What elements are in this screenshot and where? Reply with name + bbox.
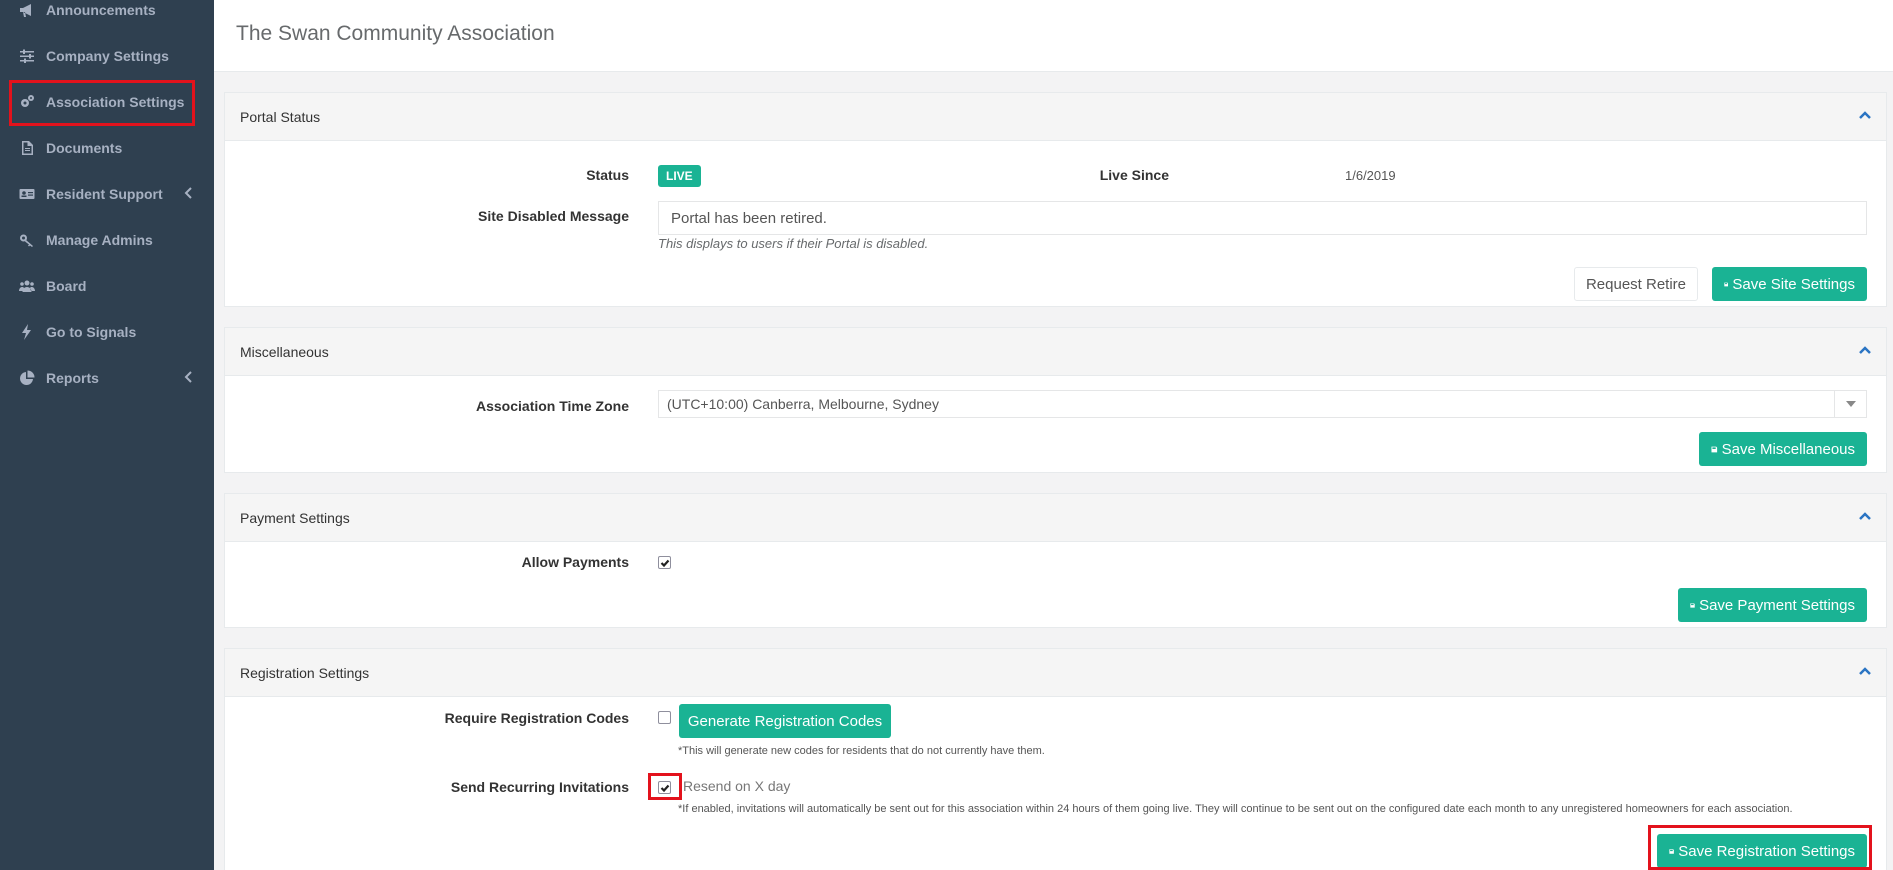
page-header: The Swan Community Association [214,0,1893,72]
sidebar-item-label: Resident Support [46,186,163,202]
save-icon [1690,602,1695,608]
status-badge: LIVE [658,165,701,187]
highlight-save-registration-button [1648,825,1872,870]
sidebar-item-label: Documents [46,140,123,156]
association-time-zone-label: Association Time Zone [476,398,629,414]
main-content: The Swan Community Association Portal St… [214,0,1893,870]
sidebar: Announcements Company Settings Associati… [0,0,214,870]
sidebar-item-label: Announcements [46,2,156,18]
sidebar-item-label: Board [46,278,87,294]
resend-on-x-day-text: Resend on X day [683,778,791,794]
button-label: Save Miscellaneous [1721,440,1855,458]
status-label: Status [586,167,629,183]
sidebar-item-label: Company Settings [46,48,169,64]
sidebar-item-documents[interactable]: Documents [0,128,214,168]
panel-header: Miscellaneous [225,328,1886,376]
sidebar-item-go-to-signals[interactable]: Go to Signals [0,312,214,352]
caret-down-icon[interactable] [1834,391,1866,417]
button-label: Save Payment Settings [1699,596,1855,614]
require-registration-codes-checkbox[interactable] [658,711,671,724]
sidebar-item-label: Reports [46,370,99,386]
document-icon [18,139,36,157]
save-site-settings-button[interactable]: Save Site Settings [1712,267,1867,301]
key-icon [18,231,36,249]
sidebar-item-manage-admins[interactable]: Manage Admins [0,220,214,260]
sliders-icon [18,47,36,65]
generate-registration-codes-button[interactable]: Generate Registration Codes [679,704,891,738]
panel-header: Registration Settings [225,649,1886,697]
panel-title: Portal Status [240,109,321,125]
payment-settings-panel: Payment Settings Allow Payments Save Pay… [224,493,1887,628]
sidebar-item-company-settings[interactable]: Company Settings [0,36,214,76]
request-retire-button[interactable]: Request Retire [1574,267,1698,301]
page-title: The Swan Community Association [236,22,555,45]
chevron-up-icon[interactable] [1858,107,1872,121]
sidebar-item-label: Go to Signals [46,324,137,340]
recurring-invitations-note: *If enabled, invitations will automatica… [678,803,1793,815]
sidebar-item-board[interactable]: Board [0,266,214,306]
panel-header: Portal Status [225,93,1886,141]
chevron-up-icon[interactable] [1858,663,1872,677]
allow-payments-checkbox[interactable] [658,556,671,569]
sidebar-item-announcements[interactable]: Announcements [0,0,214,30]
chevron-left-icon [184,186,194,200]
panel-title: Registration Settings [240,665,370,681]
id-card-icon [18,185,36,203]
button-label: Save Site Settings [1732,275,1855,293]
live-since-label: Live Since [1099,167,1169,183]
chevron-up-icon[interactable] [1858,508,1872,522]
site-disabled-message-input[interactable]: Portal has been retired. [658,201,1867,235]
registration-codes-note: *This will generate new codes for reside… [678,745,1045,757]
sidebar-item-reports[interactable]: Reports [0,358,214,398]
chevron-left-icon [184,370,194,384]
time-zone-selected-value: (UTC+10:00) Canberra, Melbourne, Sydney [667,396,939,412]
save-icon [1711,446,1718,452]
users-icon [18,277,36,295]
time-zone-select[interactable]: (UTC+10:00) Canberra, Melbourne, Sydney [658,390,1867,418]
save-payment-settings-button[interactable]: Save Payment Settings [1678,588,1867,622]
bolt-icon [18,323,36,341]
site-disabled-message-help: This displays to users if their Portal i… [658,236,929,251]
sidebar-item-label: Manage Admins [46,232,153,248]
miscellaneous-panel: Miscellaneous Association Time Zone (UTC… [224,327,1887,473]
site-disabled-message-label: Site Disabled Message [478,208,629,224]
megaphone-icon [18,1,36,19]
save-icon [1724,282,1729,286]
panel-title: Miscellaneous [240,344,329,360]
highlight-recurring-checkbox [648,773,682,800]
sidebar-item-resident-support[interactable]: Resident Support [0,174,214,214]
registration-settings-panel: Registration Settings Require Registrati… [224,648,1887,870]
live-since-value: 1/6/2019 [1345,168,1396,183]
send-recurring-invitations-label: Send Recurring Invitations [450,779,629,795]
allow-payments-label: Allow Payments [521,554,629,570]
panel-title: Payment Settings [240,510,350,526]
panel-header: Payment Settings [225,494,1886,542]
portal-status-panel: Portal Status Status LIVE Live Since 1/6… [224,92,1887,307]
save-miscellaneous-button[interactable]: Save Miscellaneous [1699,432,1867,466]
require-registration-codes-label: Require Registration Codes [444,710,629,726]
pie-chart-icon [18,369,36,387]
highlight-association-settings [9,80,195,126]
chevron-up-icon[interactable] [1858,342,1872,356]
